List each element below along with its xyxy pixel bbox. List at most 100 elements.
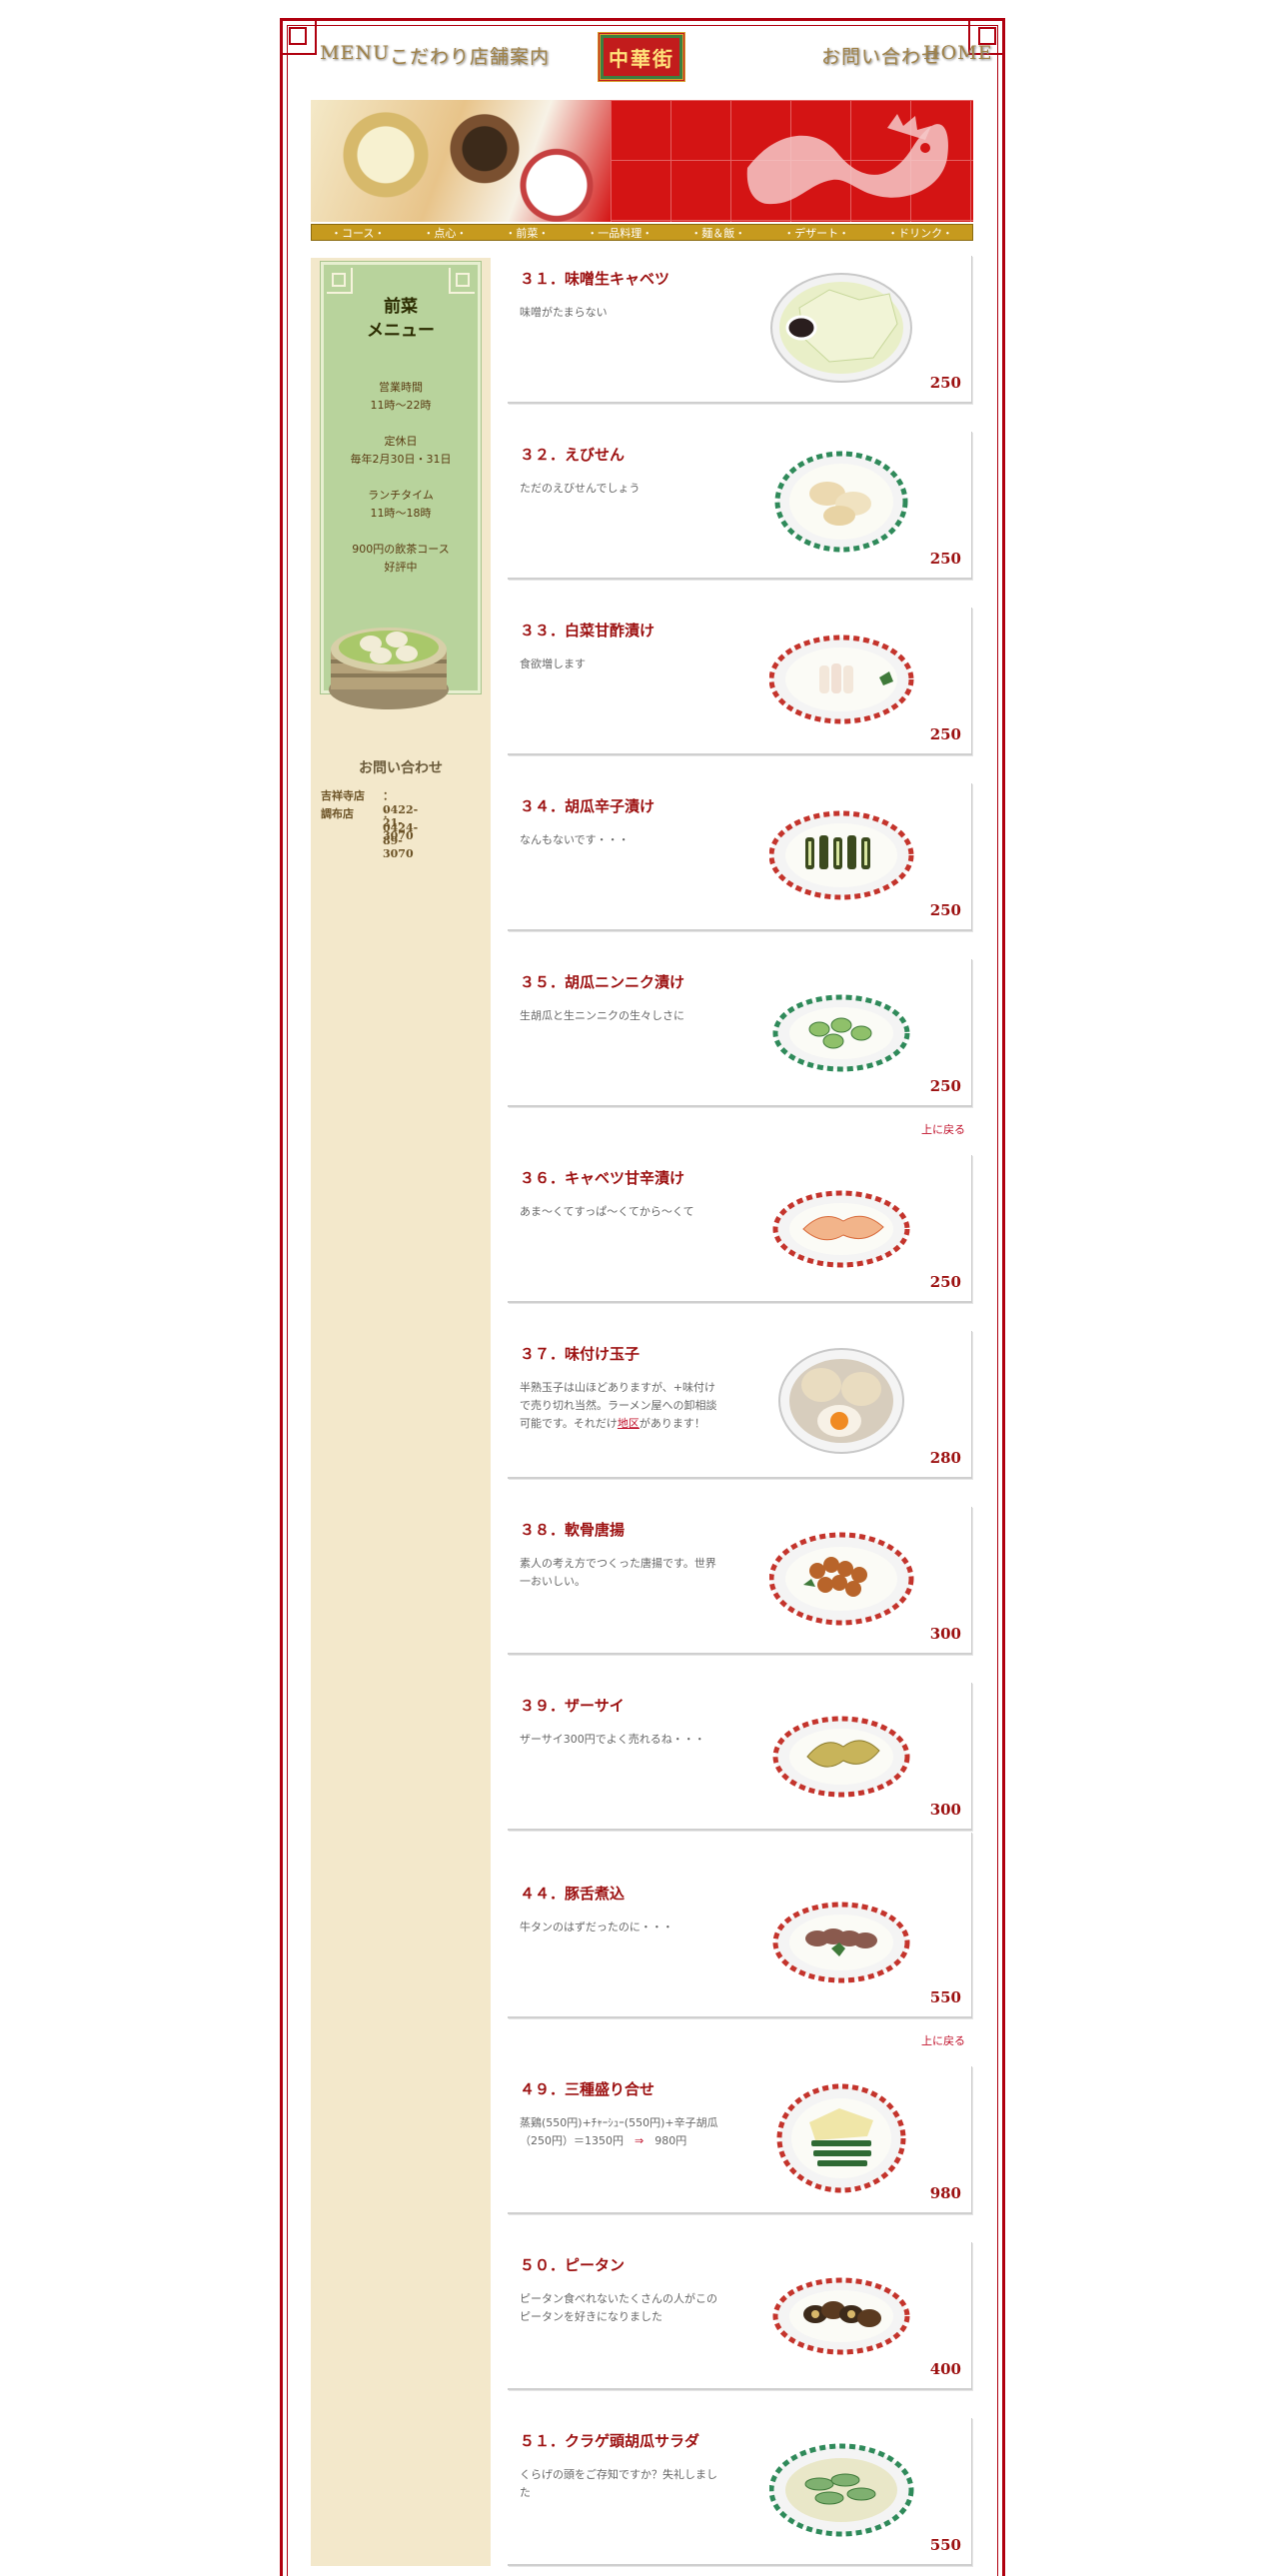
item-price: 550 [929,2536,961,2554]
nav-store-link[interactable]: 店舗案内 [470,42,550,69]
dish-photo [772,994,910,1072]
menu-item: ３５．胡瓜ニンニク漬け 生胡瓜と生ニンニクの生々しさに 250 [508,959,972,1107]
item-price: 980 [929,2184,961,2202]
menu-item: ３３．白菜甘酢漬け 食欲増します 250 [508,608,972,755]
item-description: ザーサイ300円でよく売れるね・・・ [520,1733,705,1746]
item-title: ３９．ザーサイ [520,1697,625,1715]
menu-item: ３９．ザーサイ ザーサイ300円でよく売れるね・・・ 300 [508,1683,972,1831]
item-title: ３８．軟骨唐揚 [520,1521,626,1539]
item-title: ３２．えびせん [520,446,626,464]
item-description: なんもないです・・・ [520,833,630,846]
nav-kodawari-link[interactable]: こだわり [390,42,470,69]
menu-item: ４４．豚舌煮込 牛タンのはずだったのに・・・ 550 [508,1833,972,2018]
item-title: ３４．胡瓜辛子漬け [520,797,655,815]
item-price: 300 [929,1625,961,1643]
banner-food-photo [311,100,611,222]
dish-photo [770,273,912,383]
dragon-icon [746,114,948,205]
item-description: あま～くてすっぱ～くてから～くて [520,1205,694,1218]
dish-photo [769,810,914,900]
dish-photo [769,2443,914,2537]
sidebar-title: 前菜 メニュー [367,297,435,341]
item-title: ４４．豚舌煮込 [520,1885,626,1903]
nav-home-link[interactable]: HOME [923,42,992,64]
dish-photo [776,2083,906,2193]
nav-menu-link[interactable]: MENU [320,42,390,64]
item-price: 300 [929,1801,961,1819]
item-title: ５１．クラゲ頭胡瓜サラダ [520,2432,700,2450]
business-hours: 営業時間 11時～22時 [370,381,432,412]
steamer-basket-image [329,628,449,709]
store-name: 調布店 [321,807,354,820]
dish-photo [769,1532,914,1626]
category-drink-link[interactable]: ・ドリンク・ [887,225,953,241]
item-title: ３６．キャベツ甘辛漬け [520,1169,685,1187]
item-description: 味噌がたまらない [520,306,608,319]
item-price: 250 [929,550,961,568]
item-description-text: があります！ [639,1417,705,1430]
item-price: 250 [929,1077,961,1095]
item-title: ３７．味付け玉子 [520,1345,641,1363]
category-course-link[interactable]: ・コース・ [331,225,385,241]
dish-photo [772,2277,910,2355]
back-to-top-link[interactable]: 上に戻る [921,2032,965,2048]
top-navigation: MENU こだわり 店舗案内 中華街 お問い合わせ HOME [300,32,992,82]
lunch-time: ランチタイム 11時～18時 [368,489,434,520]
item-price: 250 [929,374,961,392]
item-price: 550 [929,1988,961,2006]
menu-item: ４９．三種盛り合せ 蒸鶏(550円)+ﾁｬｰｼｭｰ(550円)+辛子胡瓜 （25… [508,2066,972,2214]
category-dessert-link[interactable]: ・デザート・ [783,225,849,241]
back-to-top-link[interactable]: 上に戻る [921,1121,965,1137]
menu-item: ５０．ピータン ピータン食べれないたくさんの人がこの ピータンを好きになりました… [508,2242,972,2390]
menu-item: ３１．味噌生キャベツ 味噌がたまらない 250 [508,256,972,404]
item-description-text: 980円 [643,2134,687,2147]
item-price: 250 [929,901,961,919]
item-description: ピータン食べれないたくさんの人がこの ピータンを好きになりました [520,2292,717,2323]
course-promo: 900円の飲茶コース 好評中 [352,543,450,574]
header-banner [311,100,973,222]
dish-photo [772,1716,910,1798]
item-title: ３１．味噌生キャベツ [520,270,670,288]
item-price: 250 [929,725,961,743]
item-description: 半熟玉子は山ほどありますが、+味付け で売り切れ当然。ラーメン屋への卸相談 可能… [520,1379,741,1433]
item-description: ただのえびせんでしょう [520,482,641,495]
item-title: ３５．胡瓜ニンニク漬け [520,973,685,991]
item-title: ３３．白菜甘酢漬け [520,622,655,640]
item-price: 250 [929,1273,961,1291]
category-alacarte-link[interactable]: ・一品料理・ [587,225,652,241]
category-noodles-rice-link[interactable]: ・麺＆飯・ [690,225,745,241]
item-description-text: 蒸鶏(550円)+ﾁｬｰｼｭｰ(550円)+辛子胡瓜 （250円）＝1350円 [520,2116,718,2147]
sidebar: 前菜 メニュー 営業時間 11時～22時 定休日 毎年2月30日・31日 ランチ… [311,258,491,2566]
menu-item: ３８．軟骨唐揚 素人の考え方でつくった唐揚です。世界 一おいしい。 300 [508,1507,972,1655]
closed-days: 定休日 毎年2月30日・31日 [350,435,452,466]
store-contact-row: 吉祥寺店 ：0422-21-3070 [321,787,418,842]
dish-photo [778,1348,904,1454]
dish-photo [772,1190,910,1268]
menu-item: ３４．胡瓜辛子漬け なんもないです・・・ 250 [508,783,972,931]
menu-item: ３６．キャベツ甘辛漬け あま～くてすっぱ～くてから～くて 250 [508,1155,972,1303]
item-description: 生胡瓜と生ニンニクの生々しさに [520,1009,684,1022]
dish-photo [772,1902,910,1983]
card-corner-ornament [449,268,475,294]
menu-item: ３２．えびせん ただのえびせんでしょう 250 [508,432,972,580]
site-logo[interactable]: 中華街 [598,32,685,82]
category-dimsum-link[interactable]: ・点心・ [423,225,467,241]
item-description: 食欲増します [520,657,586,670]
item-description: 蒸鶏(550円)+ﾁｬｰｼｭｰ(550円)+辛子胡瓜 （250円）＝1350円 … [520,2114,741,2150]
menu-item: ３７．味付け玉子 半熟玉子は山ほどありますが、+味付け で売り切れ当然。ラーメン… [508,1331,972,1479]
store-phone: ：0424-89-3070 [383,807,419,860]
item-description: 素人の考え方でつくった唐揚です。世界 一おいしい。 [520,1557,716,1588]
contact-heading: お問い合わせ [359,760,443,776]
item-description: くらげの頭をご存知ですか？失礼しまし た [520,2468,717,2499]
item-description-arrow: ⇒ [635,2134,644,2147]
item-price: 400 [929,2360,961,2378]
dish-photo [769,635,914,724]
item-description: 牛タンのはずだったのに・・・ [520,1921,673,1933]
item-description-link[interactable]: 地区 [618,1417,640,1430]
card-corner-ornament [327,268,353,294]
store-contact-row: 調布店 ：0424-89-3070 [321,805,418,860]
category-appetizer-link[interactable]: ・前菜・ [505,225,549,241]
menu-item: ５１．クラゲ頭胡瓜サラダ くらげの頭をご存知ですか？失礼しまし た 550 [508,2418,972,2566]
item-title: ５０．ピータン [520,2256,626,2274]
store-name: 吉祥寺店 [321,789,365,802]
